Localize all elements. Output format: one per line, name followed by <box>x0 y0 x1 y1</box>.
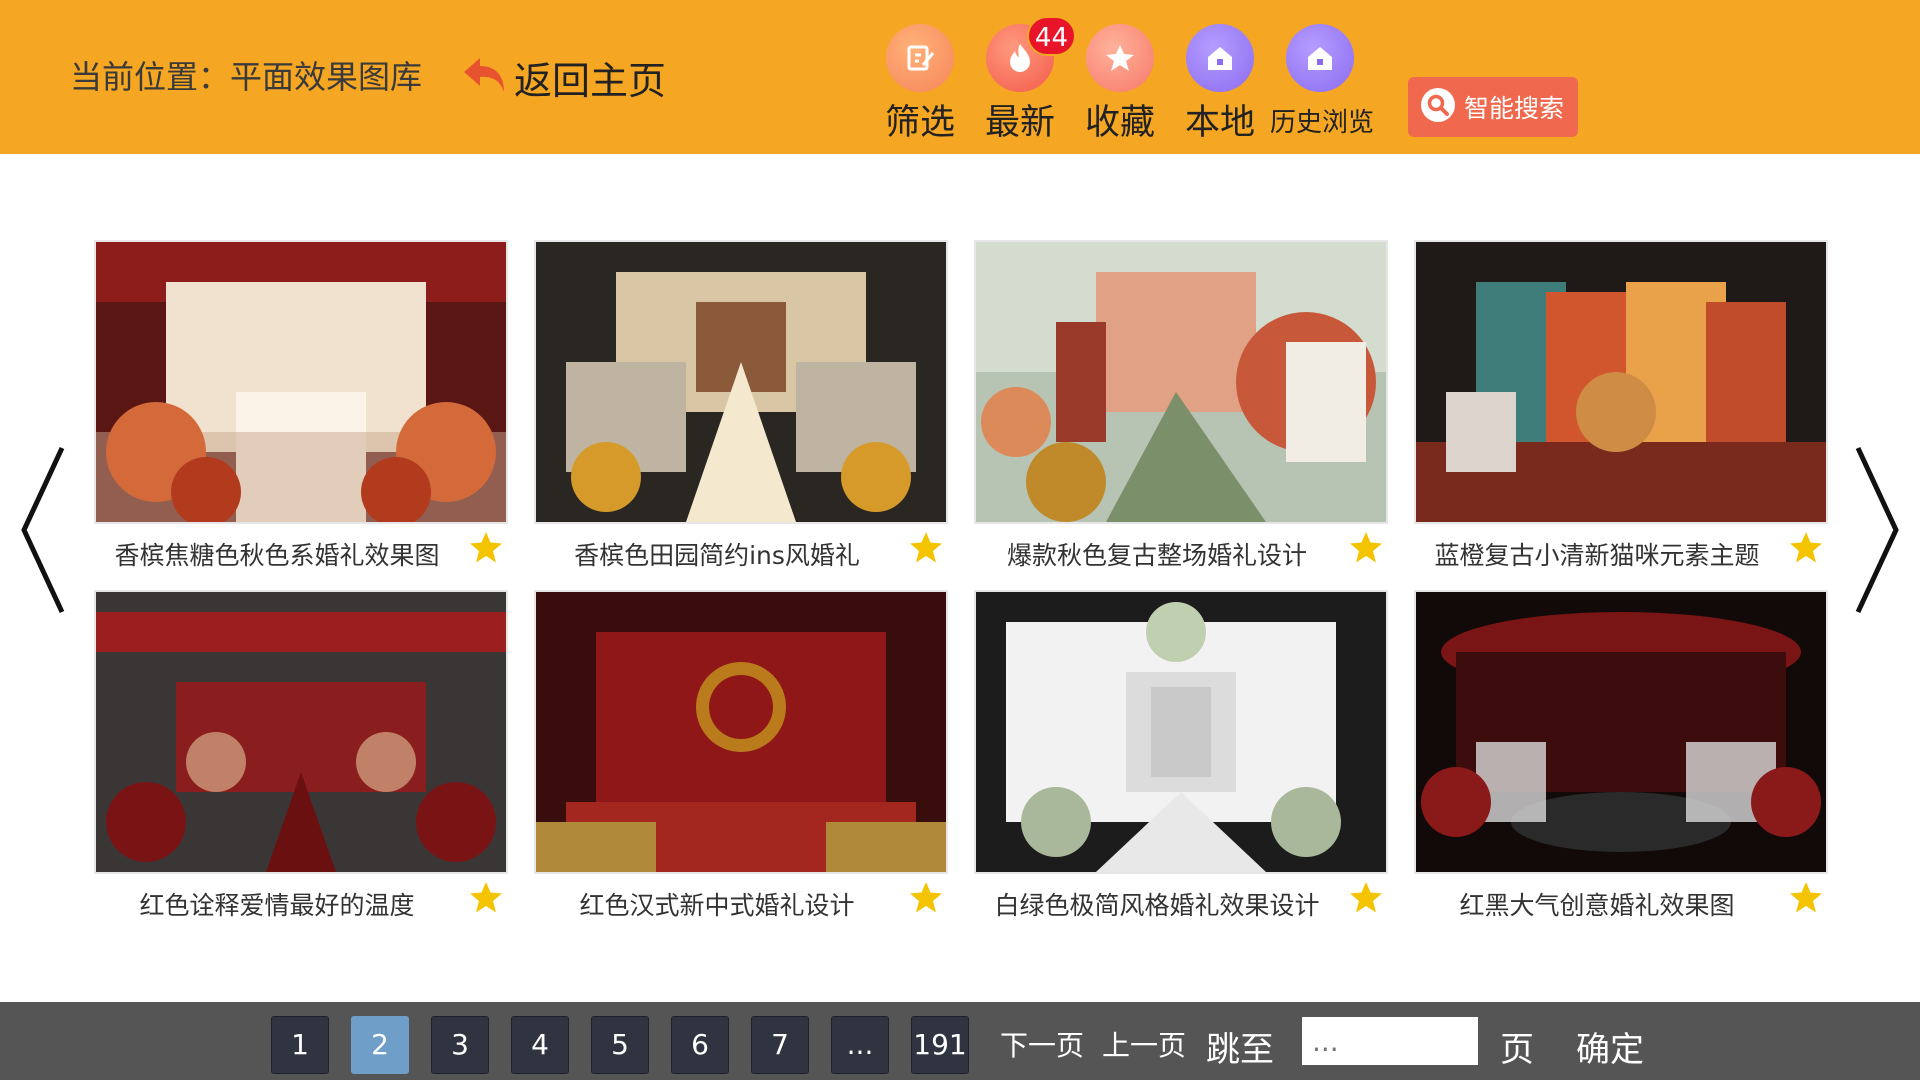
nav-favorites[interactable]: 收藏 <box>1070 24 1170 145</box>
gallery-card[interactable]: 白绿色极简风格婚礼效果设计 <box>974 590 1388 928</box>
page-button-4[interactable]: 4 <box>511 1016 569 1074</box>
page-button-6[interactable]: 6 <box>671 1016 729 1074</box>
page-button-1[interactable]: 1 <box>271 1016 329 1074</box>
search-icon <box>1420 87 1456 127</box>
card-thumbnail[interactable] <box>94 590 508 874</box>
page-unit-label: 页 <box>1500 1030 1534 1070</box>
page-ellipsis[interactable]: ... <box>831 1016 889 1074</box>
gallery-card[interactable]: 蓝橙复古小清新猫咪元素主题 <box>1414 240 1828 578</box>
card-title: 蓝橙复古小清新猫咪元素主题 <box>1434 541 1760 570</box>
card-title: 爆款秋色复古整场婚礼设计 <box>1006 541 1307 570</box>
favorite-star-icon[interactable] <box>1788 530 1824 566</box>
favorite-star-icon[interactable] <box>1348 530 1384 566</box>
card-title: 香槟焦糖色秋色系婚礼效果图 <box>114 541 440 570</box>
card-thumbnail[interactable] <box>974 590 1388 874</box>
page-button-2-current[interactable]: 2 <box>351 1016 409 1074</box>
favorite-star-icon[interactable] <box>908 880 944 916</box>
history-home-icon <box>1286 24 1354 92</box>
card-title: 红色汉式新中式婚礼设计 <box>579 891 855 920</box>
gallery-card[interactable]: 香槟焦糖色秋色系婚礼效果图 <box>94 240 508 578</box>
smart-search-label: 智能搜索 <box>1464 94 1565 123</box>
jump-page-input[interactable] <box>1302 1017 1478 1065</box>
nav-history[interactable]: 历史浏览 <box>1270 24 1375 139</box>
favorite-star-icon[interactable] <box>1788 880 1824 916</box>
favorite-star-icon[interactable] <box>468 880 504 916</box>
confirm-jump-button[interactable]: 确定 <box>1576 1022 1644 1071</box>
previous-arrow[interactable] <box>12 440 72 620</box>
nav-favorites-label: 收藏 <box>1084 103 1155 143</box>
home-icon <box>1186 24 1254 92</box>
jump-to-label: 跳至 <box>1206 1030 1274 1070</box>
nav-local[interactable]: 本地 <box>1170 24 1270 145</box>
card-title: 红黑大气创意婚礼效果图 <box>1459 891 1735 920</box>
star-icon <box>1086 24 1154 92</box>
nav-latest-label: 最新 <box>984 103 1055 143</box>
card-title: 白绿色极简风格婚礼效果设计 <box>994 891 1320 920</box>
card-thumbnail[interactable] <box>94 240 508 524</box>
gallery-card[interactable]: 爆款秋色复古整场婚礼设计 <box>974 240 1388 578</box>
gallery-card[interactable]: 红色诠释爱情最好的温度 <box>94 590 508 928</box>
page-button-3[interactable]: 3 <box>431 1016 489 1074</box>
latest-count-badge: 44 <box>1026 16 1076 56</box>
card-thumbnail[interactable] <box>534 590 948 874</box>
nav-local-label: 本地 <box>1184 103 1255 143</box>
next-arrow[interactable] <box>1848 440 1908 620</box>
prev-page-link[interactable]: 上一页 <box>1102 1024 1186 1064</box>
favorite-star-icon[interactable] <box>908 530 944 566</box>
chevron-left-icon <box>21 446 65 614</box>
card-thumbnail[interactable] <box>974 240 1388 524</box>
filter-edit-icon <box>886 24 954 92</box>
current-location: 当前位置：平面效果图库 <box>70 58 423 96</box>
back-home-button[interactable]: 返回主页 <box>458 50 666 105</box>
back-home-label: 返回主页 <box>514 59 667 103</box>
nav-filter[interactable]: 筛选 <box>870 24 970 145</box>
favorite-star-icon[interactable] <box>1348 880 1384 916</box>
nav-filter-label: 筛选 <box>884 103 955 143</box>
flame-icon: 44 <box>986 16 1076 92</box>
gallery-card[interactable]: 红黑大气创意婚礼效果图 <box>1414 590 1828 928</box>
page-button-5[interactable]: 5 <box>591 1016 649 1074</box>
favorite-star-icon[interactable] <box>468 530 504 566</box>
page-button-7[interactable]: 7 <box>751 1016 809 1074</box>
card-thumbnail[interactable] <box>1414 590 1828 874</box>
next-page-link[interactable]: 下一页 <box>1000 1024 1084 1064</box>
card-thumbnail[interactable] <box>1414 240 1828 524</box>
card-thumbnail[interactable] <box>534 240 948 524</box>
smart-search-button[interactable]: 智能搜索 <box>1408 77 1578 137</box>
page-button-last[interactable]: 191 <box>911 1016 969 1074</box>
nav-latest[interactable]: 44 最新 <box>970 16 1076 145</box>
top-bar: 当前位置：平面效果图库 返回主页 筛选 44 最新 收藏 本地 历史浏览 智能搜… <box>0 0 1920 154</box>
back-arrow-icon <box>458 52 510 104</box>
pagination-bar: 1 2 3 4 5 6 7 ... 191 下一页 上一页 跳至 页 确定 <box>0 1002 1920 1080</box>
card-title: 红色诠释爱情最好的温度 <box>139 891 415 920</box>
chevron-right-icon <box>1855 446 1899 614</box>
nav-history-label: 历史浏览 <box>1270 108 1375 138</box>
card-title: 香槟色田园简约ins风婚礼 <box>574 541 860 570</box>
gallery-card[interactable]: 香槟色田园简约ins风婚礼 <box>534 240 948 578</box>
gallery-card[interactable]: 红色汉式新中式婚礼设计 <box>534 590 948 928</box>
